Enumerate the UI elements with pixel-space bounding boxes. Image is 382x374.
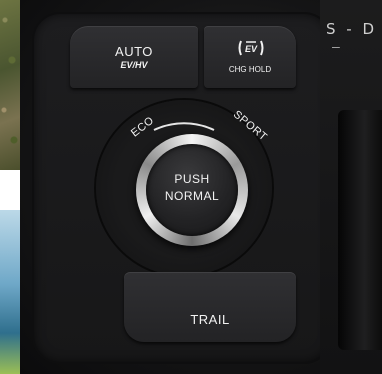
battery-charge-icon: EV [238, 40, 264, 56]
normal-label: NORMAL [164, 189, 220, 203]
ev-hv-label: EV/HV [120, 60, 148, 70]
background-grass-photo [0, 0, 20, 170]
auto-label: AUTO [115, 44, 153, 59]
charge-hold-button[interactable]: EV CHG HOLD [204, 26, 296, 88]
gear-indicator: S - D [326, 20, 378, 38]
push-label: PUSH [174, 172, 210, 186]
background-sky-photo [0, 210, 20, 374]
chg-hold-label: CHG HOLD [228, 65, 272, 74]
trail-label: TRAIL [190, 312, 230, 327]
trail-button[interactable]: TRAIL [124, 272, 296, 342]
console-panel: AUTO EV/HV EV CHG HOLD ECO SPORT PUSH NO… [20, 0, 382, 374]
push-normal-button[interactable]: PUSH NORMAL [146, 144, 238, 236]
svg-text:EV: EV [245, 44, 258, 54]
auto-ev-hv-button[interactable]: AUTO EV/HV [70, 26, 198, 88]
gear-selector-slot [338, 110, 382, 350]
gear-indicator-dash: – [332, 38, 340, 54]
